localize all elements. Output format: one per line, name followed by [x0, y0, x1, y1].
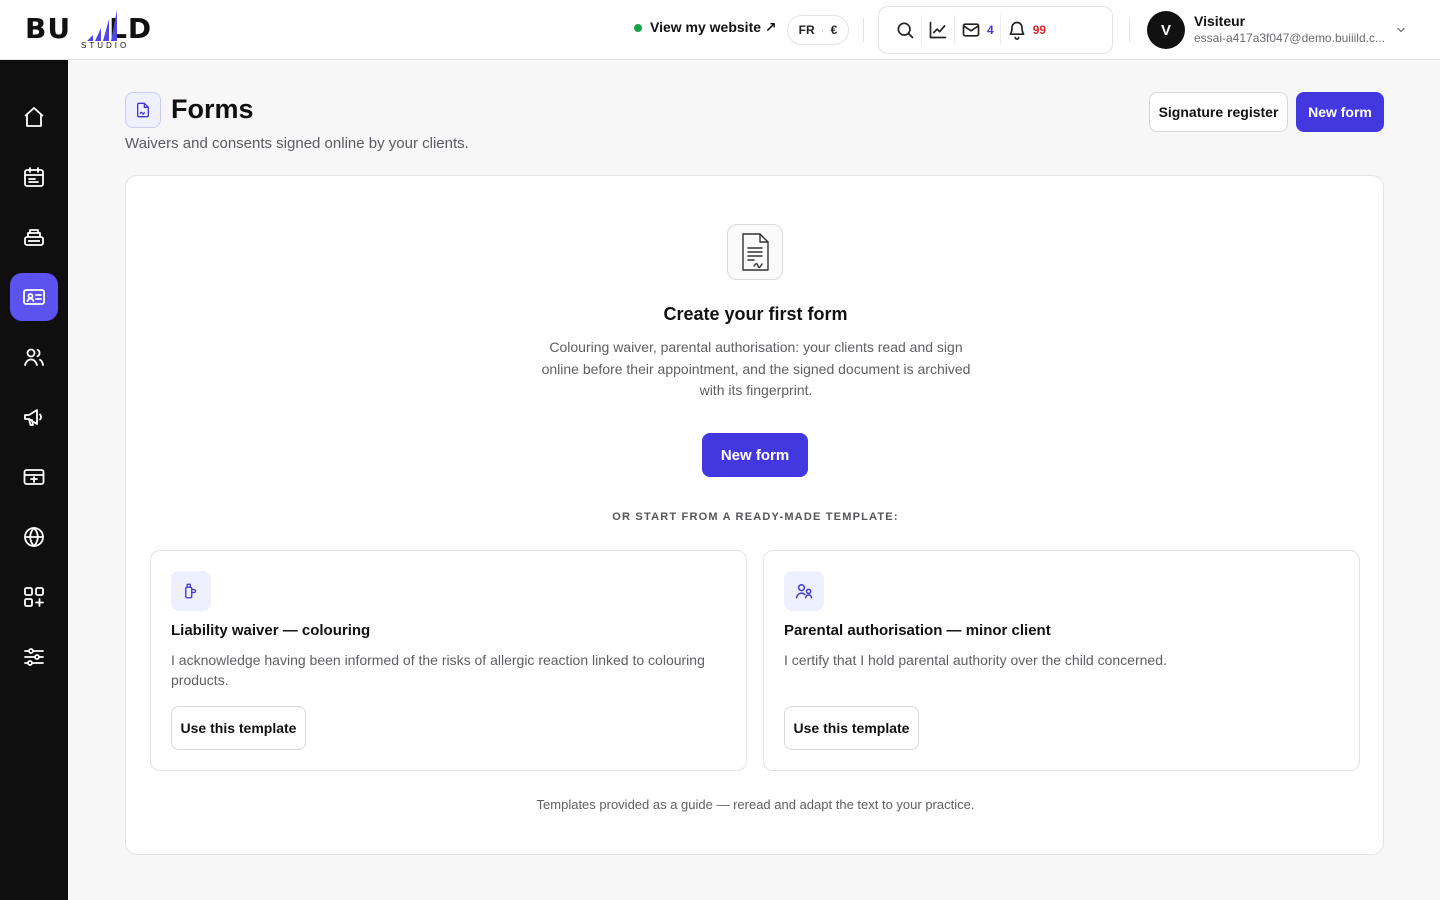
search-icon — [897, 22, 914, 39]
empty-state-description: Colouring waiver, parental authorisation… — [541, 339, 971, 398]
use-template-button[interactable]: Use this template — [784, 706, 919, 750]
forms-page-icon — [125, 92, 161, 128]
logo-bars-icon — [87, 10, 117, 41]
bell-icon — [1009, 21, 1025, 40]
sidebar-item-website[interactable] — [10, 513, 58, 561]
template-icon-box — [784, 571, 824, 611]
colour-bottle-icon — [185, 583, 197, 599]
megaphone-icon — [24, 409, 42, 426]
locale-separator: · — [820, 23, 825, 37]
user-menu[interactable]: V Visiteur essai-a417a3f047@demo.buiiild… — [1147, 10, 1412, 50]
sidebar-item-settings[interactable] — [10, 633, 58, 681]
page-title: Forms — [171, 94, 254, 124]
new-form-cta-button[interactable]: New form — [702, 433, 808, 477]
mail-icon — [962, 23, 980, 37]
logo-subtitle: STUDIO — [81, 41, 130, 50]
templates-disclaimer: Templates provided as a guide — reread a… — [536, 797, 975, 812]
template-description: I acknowledge having been informed of th… — [171, 652, 705, 688]
sidebar-item-marketing[interactable] — [10, 393, 58, 441]
analytics-button[interactable] — [921, 15, 954, 45]
logo-text-left: BU — [25, 12, 72, 45]
view-website-link[interactable]: View my website ↗ — [634, 19, 777, 36]
user-email: essai-a417a3f047@demo.buiiild.c... — [1194, 31, 1385, 45]
sidebar-item-apps[interactable] — [10, 573, 58, 621]
home-icon — [24, 107, 44, 127]
page-subtitle: Waivers and consents signed online by yo… — [125, 135, 469, 152]
avatar: V — [1147, 11, 1185, 49]
template-card-parental-authorisation: Parental authorisation — minor client I … — [763, 550, 1360, 771]
calendar-icon — [24, 167, 44, 187]
view-website-label: View my website ↗ — [650, 19, 777, 35]
sidebar-item-home[interactable] — [10, 93, 58, 141]
new-form-button[interactable]: New form — [1296, 92, 1384, 132]
chevron-down-icon — [1397, 27, 1405, 33]
template-icon-box — [171, 571, 211, 611]
header-divider — [863, 18, 864, 42]
sidebar — [0, 60, 68, 900]
apps-add-icon — [24, 587, 44, 607]
messages-button[interactable]: 4 — [954, 15, 1000, 45]
document-icon — [742, 233, 769, 271]
sidebar-item-register[interactable] — [10, 213, 58, 261]
brand-logo[interactable]: BU LD STUDIO — [25, 8, 185, 52]
template-title: Liability waiver — colouring — [171, 622, 371, 639]
notifications-button[interactable]: 99 — [999, 15, 1052, 45]
language-code: FR — [798, 23, 815, 37]
document-illustration — [727, 224, 783, 280]
users-icon — [24, 348, 44, 366]
user-name: Visiteur — [1194, 13, 1246, 29]
empty-state-title: Create your first form — [663, 304, 848, 324]
messages-count: 4 — [987, 23, 994, 37]
header-toolbar: 4 99 — [878, 6, 1113, 54]
parent-child-icon — [795, 584, 813, 599]
register-icon — [24, 229, 44, 246]
id-card-icon — [23, 289, 45, 305]
payment-icon — [23, 469, 45, 485]
sidebar-item-forms[interactable] — [10, 273, 58, 321]
globe-icon — [24, 526, 44, 548]
sidebar-item-calendar[interactable] — [10, 153, 58, 201]
signature-register-button[interactable]: Signature register — [1149, 92, 1288, 132]
locale-currency-selector[interactable]: FR · € — [787, 15, 849, 45]
template-title: Parental authorisation — minor client — [784, 622, 1051, 639]
use-template-button[interactable]: Use this template — [171, 706, 306, 750]
template-card-liability-waiver: Liability waiver — colouring I acknowled… — [150, 550, 747, 771]
currency-symbol: € — [830, 23, 838, 37]
search-button[interactable] — [889, 15, 921, 45]
notifications-count: 99 — [1032, 23, 1047, 37]
top-bar: BULD STUDIO View my website ↗ FR · € 4 — [0, 0, 1440, 60]
file-signature-icon — [137, 102, 149, 118]
sliders-icon — [24, 648, 44, 666]
chart-line-icon — [929, 21, 947, 39]
header-divider — [1129, 18, 1130, 42]
forms-empty-state-card: Create your first form Colouring waiver,… — [125, 175, 1384, 855]
template-description: I certify that I hold parental authority… — [784, 652, 1167, 668]
sidebar-item-clients[interactable] — [10, 333, 58, 381]
sidebar-item-payments[interactable] — [10, 453, 58, 501]
templates-section-label: OR START FROM A READY-MADE TEMPLATE: — [612, 511, 899, 523]
online-status-dot — [634, 23, 642, 32]
